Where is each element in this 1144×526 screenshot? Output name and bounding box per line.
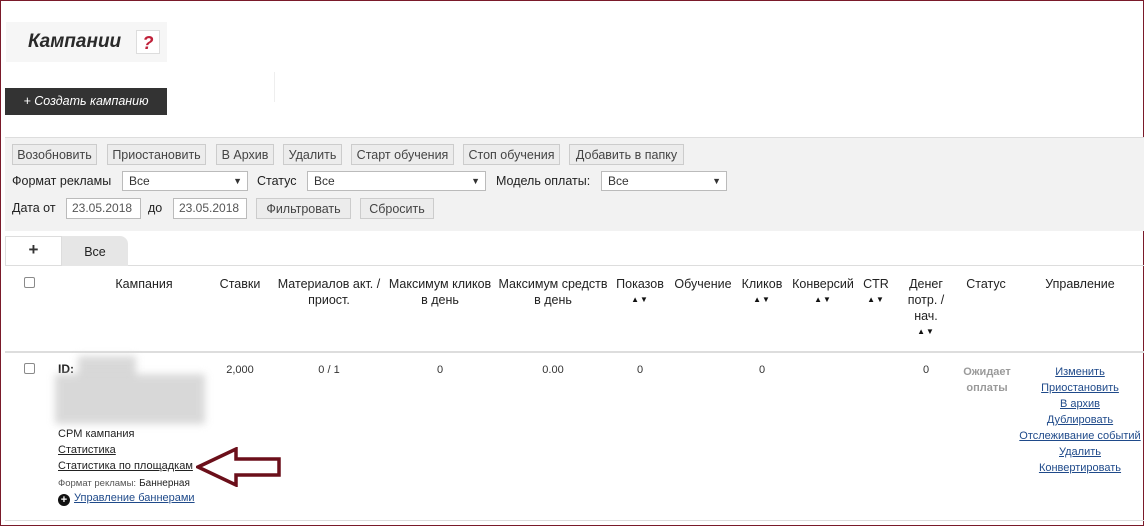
table-row-divider: [5, 520, 1144, 521]
reset-button[interactable]: Сбросить: [360, 198, 434, 219]
header-conversions-label: Конверсий: [792, 277, 854, 291]
ad-format: Формат рекламы: Баннерная: [58, 477, 190, 489]
chevron-down-icon: ▼: [471, 176, 480, 186]
banners-management[interactable]: + Управление баннерами: [58, 492, 195, 506]
chevron-down-icon: ▼: [233, 176, 242, 186]
date-to-label: до: [148, 201, 163, 215]
header-status: Статус: [966, 277, 1006, 291]
action-delete-link[interactable]: Удалить: [1059, 446, 1101, 458]
header-max-funds: Максимум средств в день: [497, 276, 609, 308]
status-select-value: Все: [314, 174, 335, 188]
action-event-tracking-link[interactable]: Отслеживание событий: [1019, 430, 1140, 442]
header-max-clicks-line2: в день: [421, 293, 459, 307]
header-materials-line1: Материалов акт. /: [277, 277, 381, 291]
header-max-funds-line1: Максимум средств: [498, 277, 608, 291]
action-archive-link[interactable]: В архив: [1060, 398, 1100, 410]
statistics-by-sites-link[interactable]: Статистика по площадкам: [58, 460, 193, 472]
pause-button[interactable]: Приостановить: [107, 144, 206, 165]
status-label: Статус: [257, 174, 297, 188]
status-badge: Ожидает оплаты: [954, 364, 1020, 396]
chevron-down-icon: ▼: [712, 176, 721, 186]
header-ctr[interactable]: CTR ▲▼: [858, 276, 894, 308]
header-campaign: Кампания: [115, 277, 173, 291]
status-line1: Ожидает: [963, 366, 1011, 378]
redacted-campaign-name: [55, 374, 205, 424]
payment-label: Модель оплаты:: [496, 174, 591, 188]
date-from-label: Дата от: [12, 201, 56, 215]
header-management: Управление: [1045, 277, 1115, 291]
cell-bids: 2,000: [226, 364, 254, 376]
cell-materials: 0 / 1: [318, 364, 340, 376]
window-frame: [0, 0, 1144, 526]
header-ctr-label: CTR: [863, 277, 889, 291]
add-to-folder-button[interactable]: Добавить в папку: [569, 144, 684, 165]
create-campaign-button[interactable]: + Создать кампанию: [5, 88, 167, 115]
page-title: Кампании: [28, 31, 122, 52]
date-to-input[interactable]: 23.05.2018: [173, 198, 247, 219]
tab-add[interactable]: +: [5, 236, 62, 265]
header-bids: Ставки: [219, 277, 261, 291]
delete-button[interactable]: Удалить: [283, 144, 342, 165]
header-money[interactable]: Денег потр. / нач. ▲▼: [898, 276, 954, 340]
sort-icon[interactable]: ▲▼: [737, 292, 787, 308]
arrow-left-icon: [196, 447, 281, 487]
payment-select-value: Все: [608, 174, 629, 188]
row-checkbox[interactable]: [24, 363, 35, 374]
header-training: Обучение: [674, 277, 732, 291]
sort-icon[interactable]: ▲▼: [858, 292, 894, 308]
action-pause-link[interactable]: Приостановить: [1041, 382, 1119, 394]
action-edit-link[interactable]: Изменить: [1055, 366, 1105, 378]
cell-max-funds: 0.00: [542, 364, 564, 376]
sort-icon[interactable]: ▲▼: [790, 292, 856, 308]
ad-format-value: Баннерная: [139, 478, 190, 489]
statistics-link[interactable]: Статистика: [58, 444, 116, 456]
header-clicks[interactable]: Кликов ▲▼: [737, 276, 787, 308]
sort-icon[interactable]: ▲▼: [898, 324, 954, 340]
campaign-type: CPM кампания: [58, 428, 135, 440]
divider: [274, 72, 275, 102]
stop-training-button[interactable]: Стоп обучения: [463, 144, 560, 165]
header-clicks-label: Кликов: [741, 277, 783, 291]
header-materials-line2: приост.: [308, 293, 350, 307]
ad-format-label: Формат рекламы:: [58, 478, 137, 489]
row-actions: Изменить Приостановить В архив Дублирова…: [1017, 364, 1143, 476]
header-impressions[interactable]: Показов ▲▼: [612, 276, 668, 308]
plus-circle-icon: +: [58, 494, 70, 506]
header-max-clicks: Максимум кликов в день: [387, 276, 493, 308]
resume-button[interactable]: Возобновить: [12, 144, 97, 165]
header-money-line3: нач.: [914, 309, 938, 323]
format-select-value: Все: [129, 174, 150, 188]
format-select[interactable]: Все ▼: [122, 171, 248, 191]
filter-button[interactable]: Фильтровать: [256, 198, 351, 219]
format-label: Формат рекламы: [12, 174, 112, 188]
tab-all[interactable]: Все: [62, 236, 128, 266]
header-max-funds-line2: в день: [534, 293, 572, 307]
header-conversions[interactable]: Конверсий ▲▼: [790, 276, 856, 308]
header-max-clicks-line1: Максимум кликов: [388, 277, 492, 291]
header-impressions-label: Показов: [616, 277, 664, 291]
select-all-checkbox[interactable]: [24, 277, 35, 288]
sort-icon[interactable]: ▲▼: [612, 292, 668, 308]
cell-max-clicks: 0: [436, 364, 444, 376]
cell-clicks: 0: [758, 364, 766, 376]
status-select[interactable]: Все ▼: [307, 171, 486, 191]
cell-impressions: 0: [636, 364, 644, 376]
payment-select[interactable]: Все ▼: [601, 171, 727, 191]
header-money-line2: потр. /: [907, 293, 945, 307]
start-training-button[interactable]: Старт обучения: [351, 144, 454, 165]
help-button[interactable]: ?: [136, 30, 160, 54]
tabs-divider: [5, 265, 1144, 266]
archive-button[interactable]: В Архив: [216, 144, 274, 165]
action-duplicate-link[interactable]: Дублировать: [1047, 414, 1113, 426]
banners-management-link[interactable]: Управление баннерами: [74, 492, 195, 504]
date-from-input[interactable]: 23.05.2018: [66, 198, 141, 219]
header-materials: Материалов акт. / приост.: [275, 276, 383, 308]
cell-money: 0: [922, 364, 930, 376]
status-line2: оплаты: [966, 382, 1008, 394]
action-convert-link[interactable]: Конвертировать: [1039, 462, 1121, 474]
table-header-divider: [5, 351, 1144, 353]
header-money-line1: Денег: [909, 277, 943, 291]
